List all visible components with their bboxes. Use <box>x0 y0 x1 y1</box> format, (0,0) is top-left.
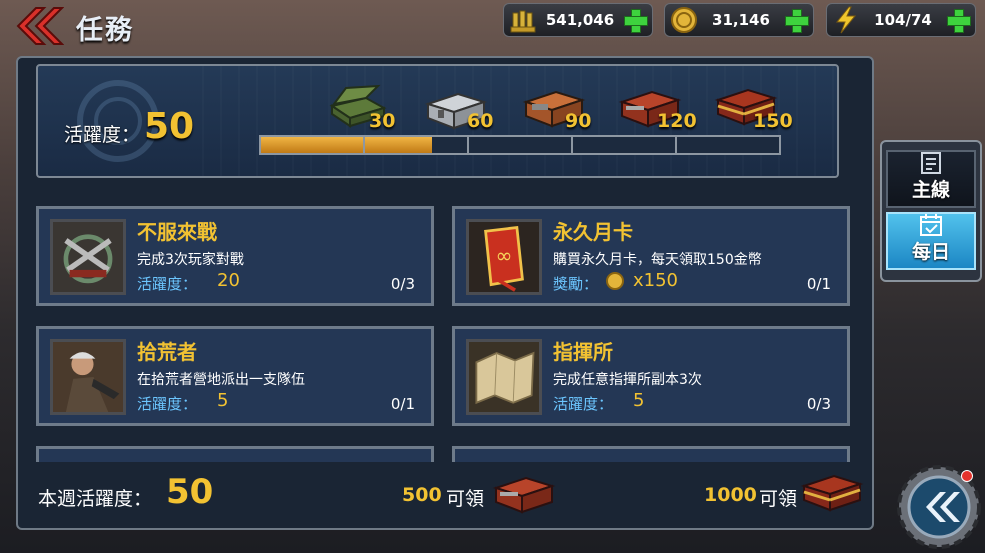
tab-daily[interactable]: 每日 <box>886 212 976 270</box>
add-gold-button[interactable] <box>783 7 809 33</box>
milestone-150: 150 <box>753 110 793 132</box>
task-description: 完成任意指揮所副本3次 <box>553 372 702 388</box>
reward-value: 5 <box>633 390 645 411</box>
ammo-icon <box>510 10 536 33</box>
map-icon <box>466 339 542 415</box>
add-ammo-button[interactable] <box>622 7 648 33</box>
crossed-guns-emblem-icon <box>50 219 126 295</box>
reward-label: 活躍度： <box>137 395 198 413</box>
activity-label: 活躍度： <box>64 124 141 146</box>
gold-coin-icon <box>671 7 697 33</box>
weekly-reward-1-label: 可領 <box>446 488 485 510</box>
monthly-card-icon: ∞ <box>466 219 542 295</box>
calendar-icon <box>920 214 942 236</box>
task-card-partial[interactable] <box>36 446 434 462</box>
reward-value: 20 <box>217 270 240 291</box>
energy-counter: 104/74 <box>826 3 976 37</box>
gold-counter: 31,146 <box>664 3 814 37</box>
weekly-activity-value: 50 <box>166 472 214 512</box>
weekly-chest-1000-icon[interactable] <box>800 468 864 512</box>
milestone-60: 60 <box>467 110 494 132</box>
gold-value: 31,146 <box>712 11 770 29</box>
weekly-reward-2-amount: 1000 <box>704 484 757 506</box>
task-title: 拾荒者 <box>137 340 197 364</box>
gold-coin-icon <box>606 272 624 290</box>
task-title: 不服來戰 <box>137 220 217 244</box>
progress-divider <box>467 137 469 153</box>
activity-progress-bar <box>259 135 781 155</box>
task-card-monthly-card[interactable]: ∞ 永久月卡 購買永久月卡，每天領取150金幣 獎勵： x150 0/1 <box>452 206 850 306</box>
weekly-reward-2-label: 可領 <box>759 488 798 510</box>
weekly-activity-label: 本週活躍度： <box>38 488 153 510</box>
progress-divider <box>571 137 573 153</box>
reward-label: 活躍度： <box>553 395 614 413</box>
progress-divider <box>675 137 677 153</box>
task-description: 完成3次玩家對戰 <box>137 252 244 268</box>
task-progress: 0/1 <box>806 275 831 293</box>
page-title: 任務 <box>76 15 134 46</box>
reward-label: 獎勵： <box>553 275 599 293</box>
activity-value: 50 <box>144 106 195 147</box>
tab-label: 主線 <box>911 179 950 201</box>
reward-value: 5 <box>217 390 229 411</box>
task-description: 在拾荒者營地派出一支隊伍 <box>137 372 305 388</box>
task-card-pvp[interactable]: 不服來戰 完成3次玩家對戰 活躍度： 20 0/3 <box>36 206 434 306</box>
task-progress: 0/3 <box>390 275 415 293</box>
task-card-partial[interactable] <box>452 446 850 462</box>
task-title: 指揮所 <box>553 340 613 364</box>
milestone-90: 90 <box>565 110 592 132</box>
weekly-chest-500-icon[interactable] <box>492 470 556 514</box>
tab-label: 每日 <box>911 241 950 263</box>
reward-label: 活躍度： <box>137 275 198 293</box>
task-progress: 0/1 <box>390 395 415 413</box>
ammo-value: 541,046 <box>545 11 615 29</box>
scavenger-portrait-icon <box>50 339 126 415</box>
add-energy-button[interactable] <box>945 7 971 33</box>
task-card-scavenger[interactable]: 拾荒者 在拾荒者營地派出一支隊伍 活躍度： 5 0/1 <box>36 326 434 426</box>
milestone-120: 120 <box>657 110 697 132</box>
ammo-counter: 541,046 <box>503 3 653 37</box>
back-arrow-icon[interactable] <box>6 6 64 46</box>
activity-progress-fill <box>261 137 432 153</box>
weekly-reward-1-amount: 500 <box>402 484 442 506</box>
task-progress: 0/3 <box>806 395 831 413</box>
reward-value: x150 <box>633 270 679 291</box>
energy-value: 104/74 <box>874 11 932 29</box>
progress-divider <box>363 137 365 153</box>
task-list[interactable]: 不服來戰 完成3次玩家對戰 活躍度： 20 0/3 ∞ 永久月卡 購買永久月卡，… <box>24 186 866 462</box>
lightning-icon <box>835 6 857 34</box>
checklist-icon <box>921 152 941 174</box>
milestone-30: 30 <box>369 110 396 132</box>
task-title: 永久月卡 <box>553 220 633 244</box>
tab-main-quest[interactable]: 主線 <box>886 150 976 208</box>
task-card-command-post[interactable]: 指揮所 完成任意指揮所副本3次 活躍度： 5 0/3 <box>452 326 850 426</box>
svg-text:∞: ∞ <box>496 244 513 268</box>
notification-dot <box>961 470 973 482</box>
task-description: 購買永久月卡，每天領取150金幣 <box>553 252 762 268</box>
